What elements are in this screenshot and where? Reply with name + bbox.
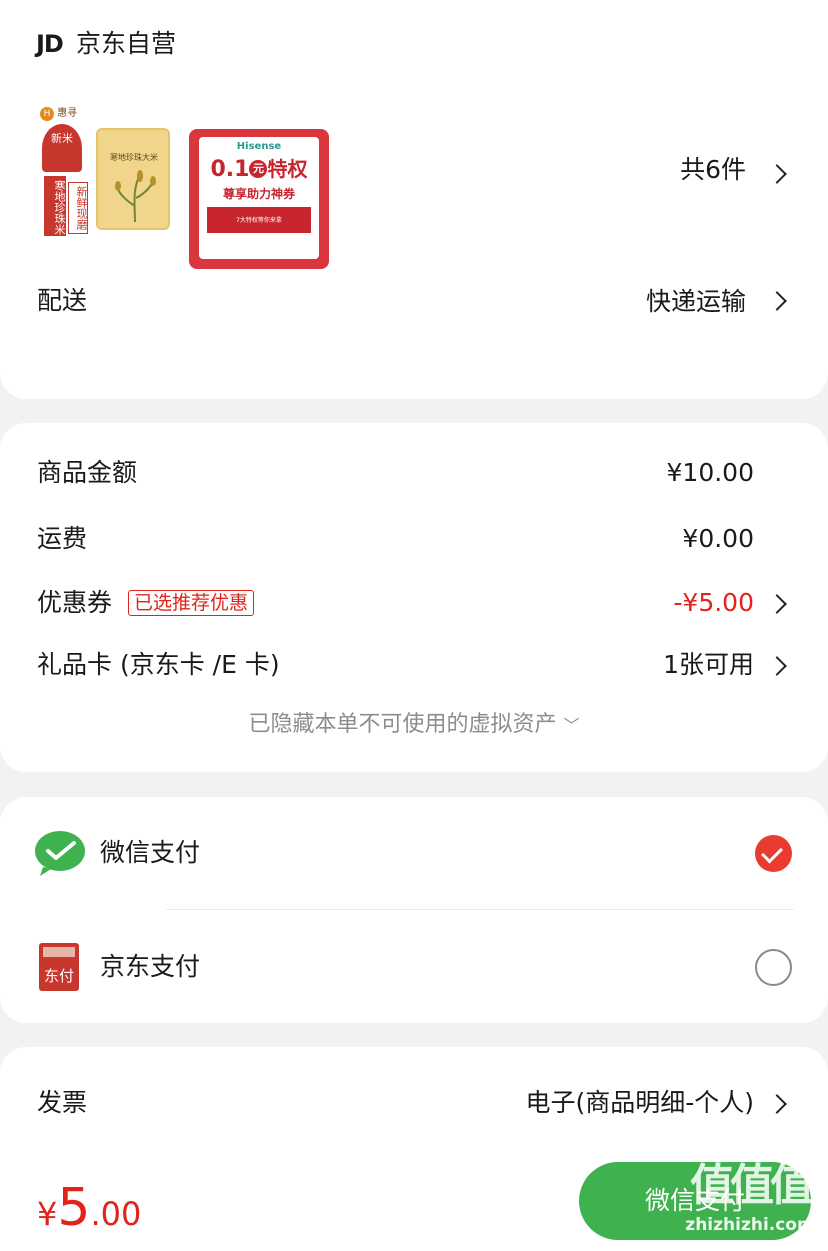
coupon-value[interactable]: -¥5.00 xyxy=(560,587,754,619)
payment-card xyxy=(0,797,828,1023)
product-thumb-hisense-coupon[interactable]: Hisense 0.1 元特权 尊享助力神券 7大特权等你来拿 xyxy=(189,129,329,269)
rice-plant-icon xyxy=(115,170,156,222)
jd-pay-icon: 东付 xyxy=(39,943,79,991)
rice-badge: 新米 xyxy=(42,124,82,172)
order-total: ¥5.00 xyxy=(37,1178,141,1250)
shipping-label: 运费 xyxy=(37,524,88,553)
item-count[interactable]: 共6件 xyxy=(560,154,746,186)
jd-pay-radio-unchecked[interactable] xyxy=(755,949,792,986)
rice-tag-right: 新鲜现磨 xyxy=(68,182,88,234)
jd-logo: JD xyxy=(36,30,64,58)
coupon-label: 优惠券 xyxy=(37,588,113,617)
delivery-value[interactable]: 快递运输 xyxy=(540,286,746,318)
hidden-assets-note: 已隐藏本单不可使用的虚拟资产 xyxy=(248,712,557,737)
currency-symbol: ¥ xyxy=(37,1195,58,1233)
invoice-value[interactable]: 电子(商品明细-个人) xyxy=(440,1087,754,1119)
total-dec: .00 xyxy=(90,1195,142,1233)
brand-icon: H xyxy=(40,107,54,121)
shop-name: 京东自营 xyxy=(75,29,176,58)
jd-pay-label[interactable]: 京东支付 xyxy=(100,951,200,983)
delivery-label: 配送 xyxy=(37,286,88,315)
giftcard-value[interactable]: 1张可用 xyxy=(560,649,754,681)
invoice-label: 发票 xyxy=(37,1088,88,1117)
product-thumb-rice[interactable]: H 惠寻 新米 寒地珍珠米 新鲜现磨 寒地珍珠大米 xyxy=(36,107,176,272)
goods-amount-label: 商品金额 xyxy=(37,458,138,487)
coupon-recommended-tag: 已选推荐优惠 xyxy=(128,590,255,616)
coupon-card: Hisense 0.1 元特权 尊享助力神券 7大特权等你来拿 xyxy=(199,137,319,259)
rice-tag-left: 寒地珍珠米 xyxy=(44,176,66,236)
shop-header[interactable]: JD 京东自营 xyxy=(36,28,176,60)
total-int: 5 xyxy=(57,1178,91,1238)
rice-package-image: 寒地珍珠大米 xyxy=(96,128,170,230)
watermark-url: zhizhizhi.com xyxy=(685,1215,815,1235)
coupon-subtitle: 尊享助力神券 xyxy=(222,187,295,201)
hidden-assets-toggle[interactable]: 已隐藏本单不可使用的虚拟资产 ﹀ xyxy=(0,710,828,741)
shipping-value: ¥0.00 xyxy=(682,524,754,553)
chevron-down-icon: ﹀ xyxy=(563,716,580,735)
hisense-logo: Hisense xyxy=(236,141,282,152)
goods-amount-value: ¥10.00 xyxy=(666,458,754,487)
wechat-pay-label[interactable]: 微信支付 xyxy=(100,837,200,869)
coupon-band: 7大特权等你来拿 xyxy=(207,207,311,233)
wechat-pay-icon xyxy=(35,831,85,876)
giftcard-label: 礼品卡 (京东卡 /E 卡) xyxy=(37,650,280,679)
watermark: 值值值 zhizhizhi.com xyxy=(676,1158,824,1248)
rice-brand: H 惠寻 xyxy=(40,104,80,122)
watermark-logo: 值值值 xyxy=(690,1160,814,1211)
coupon-headline: 0.1 元特权 xyxy=(210,157,308,182)
divider xyxy=(166,909,794,910)
wechat-pay-radio-checked[interactable] xyxy=(755,835,792,872)
